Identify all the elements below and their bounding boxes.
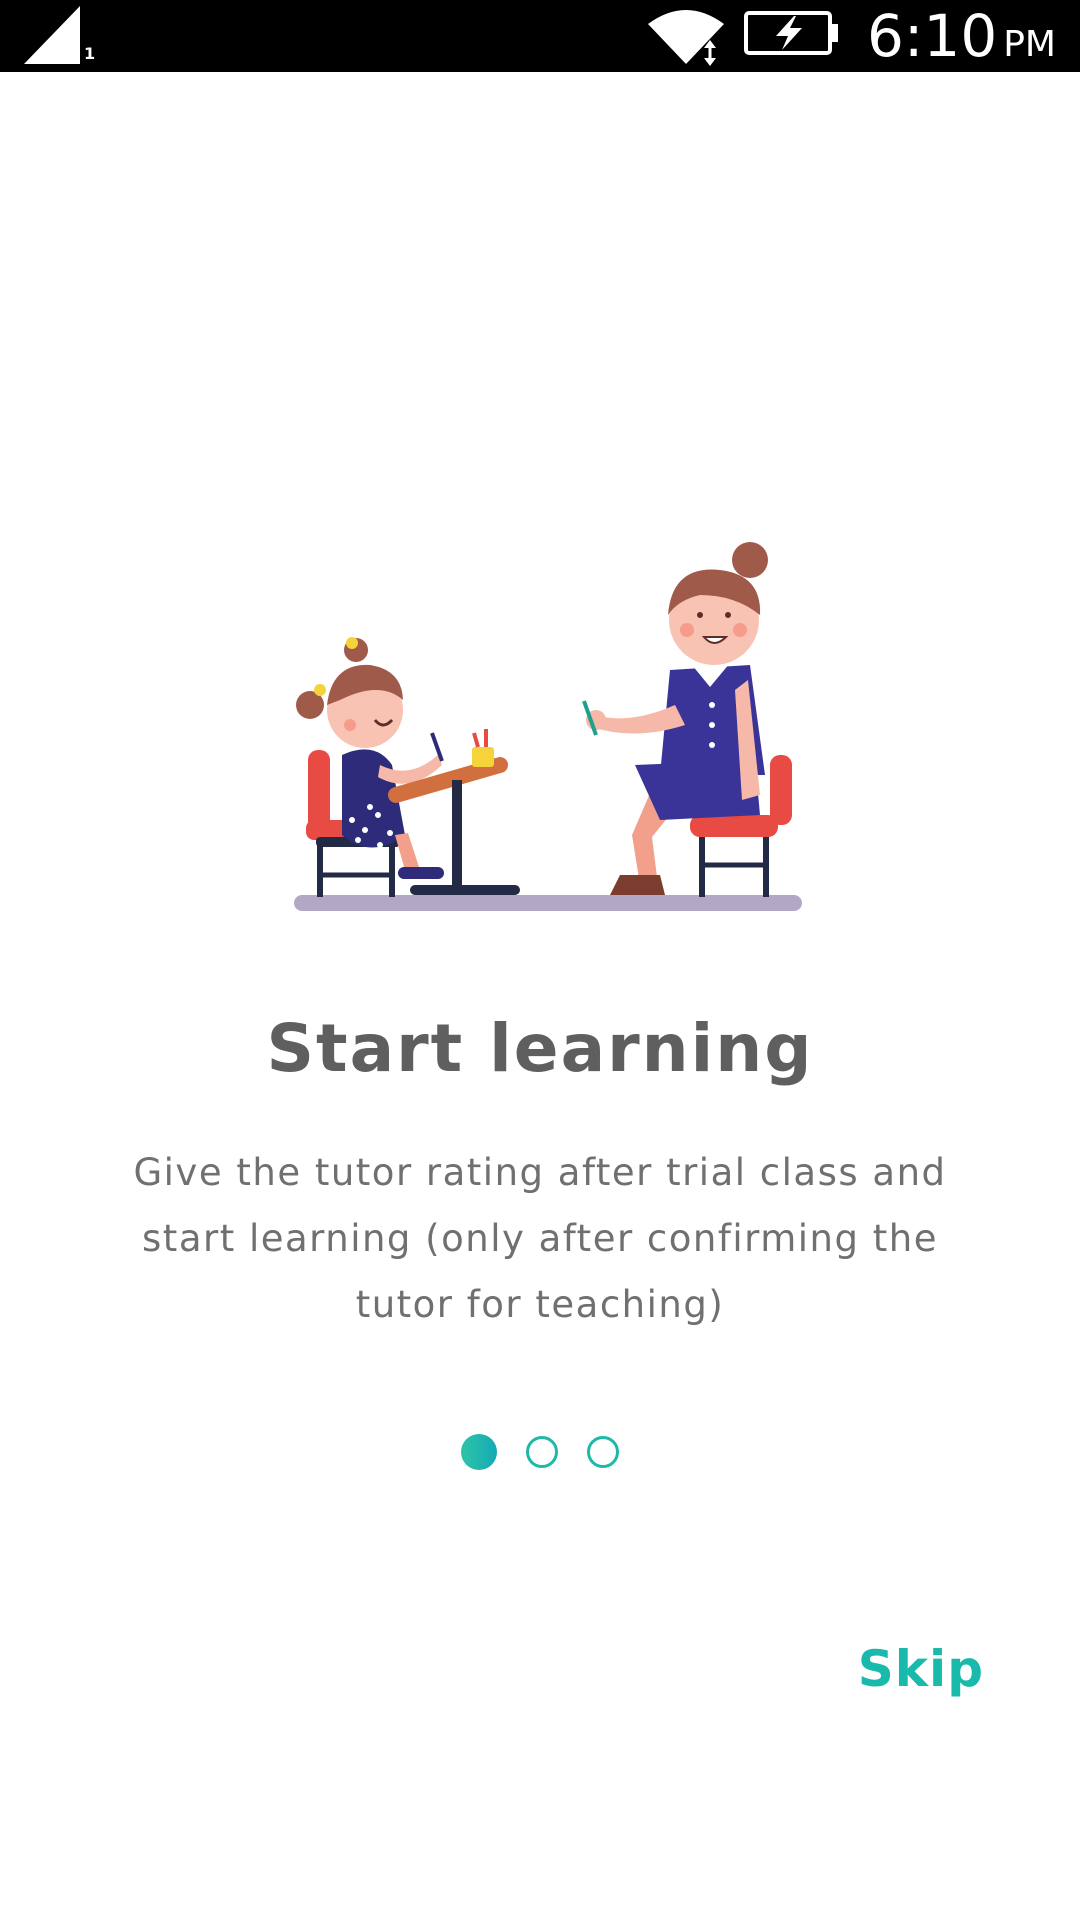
status-time: 6:10 PM xyxy=(867,0,1056,72)
teacher-student-illustration xyxy=(294,542,802,911)
page-indicator xyxy=(0,1434,1080,1476)
battery-charging-icon xyxy=(744,11,838,55)
skip-button[interactable]: Skip xyxy=(858,1640,984,1698)
page-dot-2[interactable] xyxy=(526,1436,558,1468)
status-time-ampm: PM xyxy=(1003,24,1056,65)
onboarding-description: Give the tutor rating after trial class … xyxy=(100,1140,980,1338)
description-line: start learning (only after confirming th… xyxy=(142,1217,938,1260)
cell-signal-icon xyxy=(24,6,80,64)
onboarding-title: Start learning xyxy=(266,1010,814,1087)
description-line: tutor for teaching) xyxy=(355,1283,725,1326)
description-line: Give the tutor rating after trial class … xyxy=(133,1151,947,1194)
sim-slot-label: 1 xyxy=(84,44,96,63)
status-bar: 1 6:10 PM xyxy=(0,0,1080,72)
page-dot-1[interactable] xyxy=(461,1434,497,1470)
status-time-value: 6:10 xyxy=(866,2,998,70)
wifi-icon xyxy=(648,10,724,66)
page-dot-3[interactable] xyxy=(587,1436,619,1468)
